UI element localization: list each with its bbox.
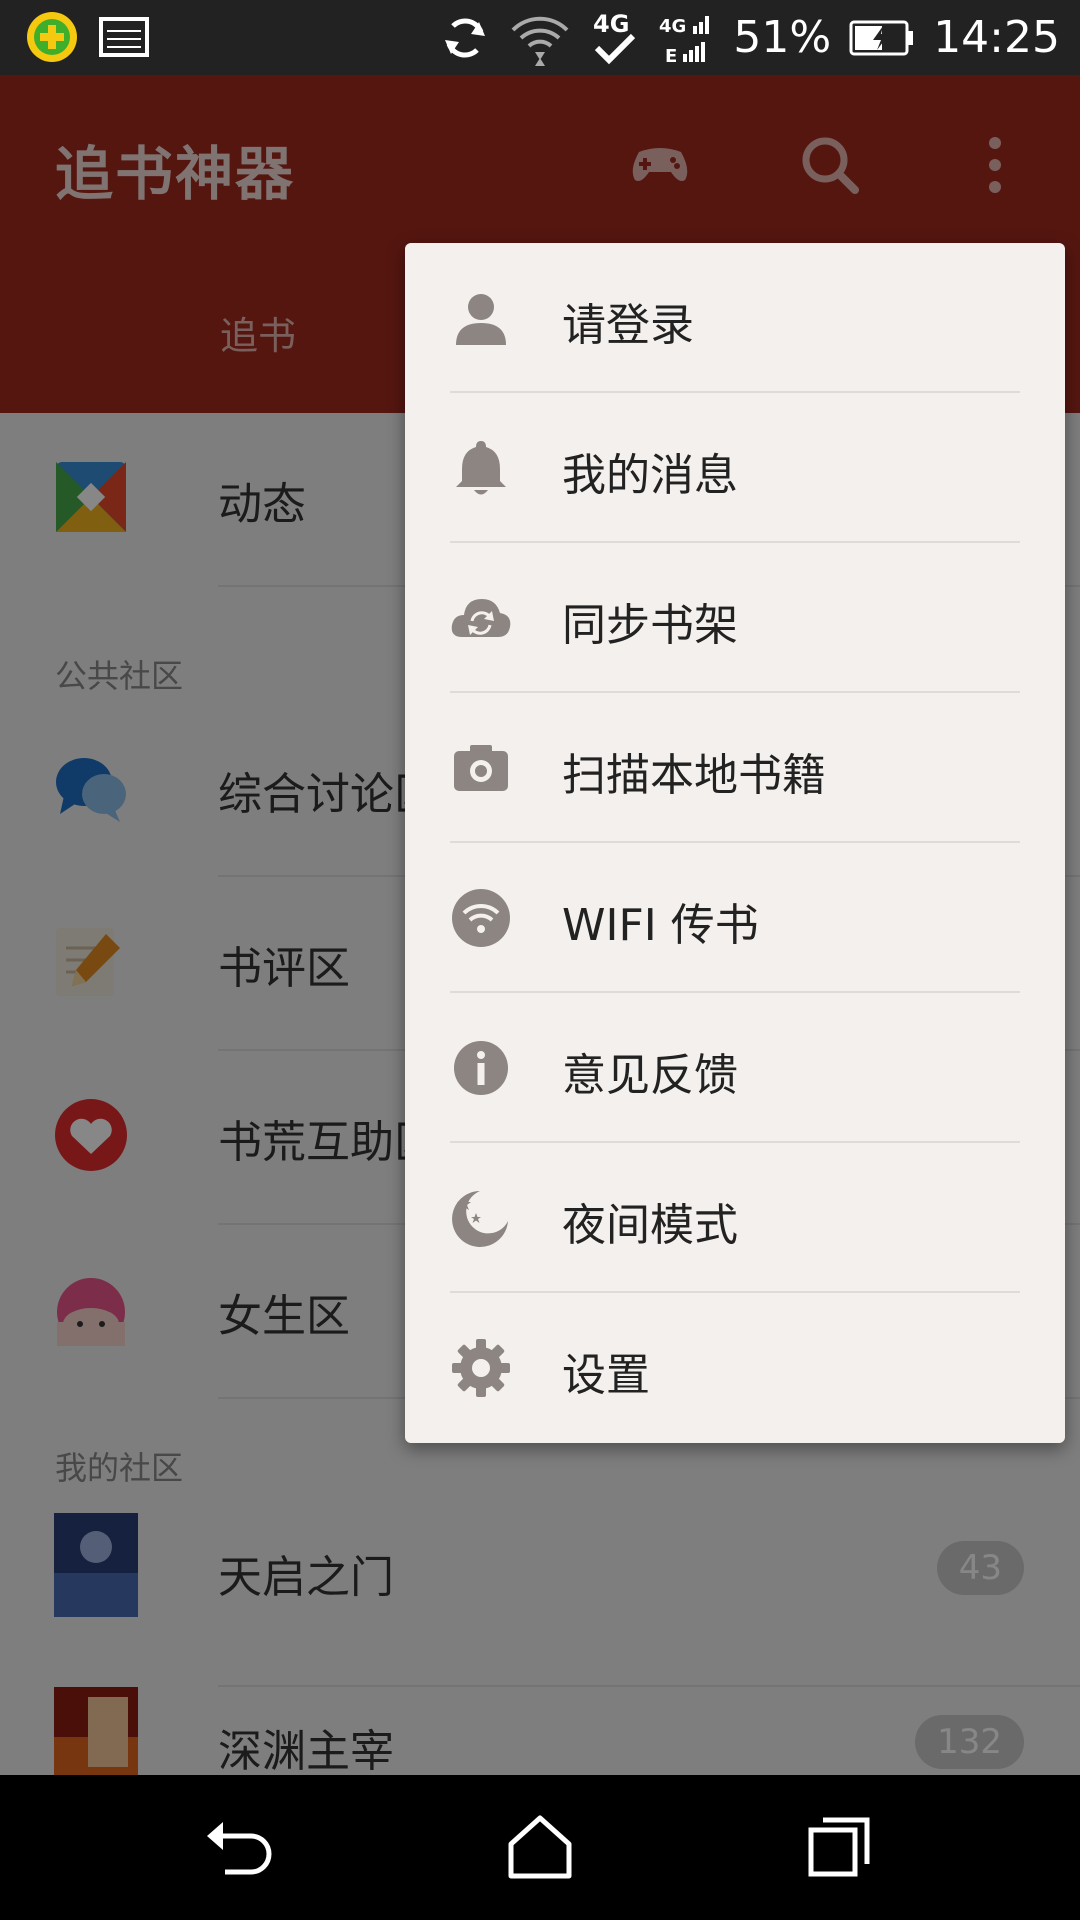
wifi-icon — [452, 889, 510, 947]
sync-icon — [445, 17, 486, 58]
menu-item-login[interactable]: 请登录 — [405, 243, 1065, 393]
menu-item-scan-local[interactable]: 扫描本地书籍 — [405, 693, 1065, 843]
360-security-icon — [27, 12, 77, 62]
menu-item-label: 请登录 — [562, 300, 694, 351]
menu-item-messages[interactable]: 我的消息 — [405, 393, 1065, 543]
person-icon — [456, 294, 506, 345]
battery-icon — [849, 20, 914, 55]
menu-item-label: 意见反馈 — [562, 1050, 738, 1101]
navigation-bar — [0, 1775, 1080, 1920]
wifi-icon — [511, 16, 569, 66]
camera-icon — [454, 745, 508, 791]
clock: 14:25 — [933, 12, 1060, 63]
svg-text:4G: 4G — [593, 10, 629, 38]
menu-item-label: 我的消息 — [562, 450, 738, 501]
svg-text:4G: 4G — [659, 16, 686, 37]
info-icon — [454, 1041, 508, 1095]
gear-icon — [452, 1339, 510, 1397]
moon-icon — [452, 1191, 508, 1247]
cloud-sync-icon — [451, 599, 511, 637]
menu-item-wifi-transfer[interactable]: WIFI 传书 — [405, 843, 1065, 993]
menu-item-label: 设置 — [562, 1350, 650, 1401]
recents-icon[interactable] — [803, 1810, 878, 1885]
menu-item-settings[interactable]: 设置 — [405, 1293, 1065, 1443]
menu-item-feedback[interactable]: 意见反馈 — [405, 993, 1065, 1143]
home-icon[interactable] — [503, 1810, 578, 1885]
menu-item-night-mode[interactable]: 夜间模式 — [405, 1143, 1065, 1293]
bell-icon — [456, 441, 506, 495]
status-bar: 4G 4G E 51% 14:25 — [0, 0, 1080, 75]
svg-text:E: E — [665, 46, 677, 67]
image-notification-icon — [99, 17, 149, 57]
back-icon[interactable] — [203, 1810, 278, 1885]
menu-item-label: WIFI 传书 — [562, 900, 759, 951]
menu-item-label: 同步书架 — [562, 600, 738, 651]
battery-percent: 51% — [733, 12, 832, 63]
overflow-menu: 请登录 我的消息 同步书架 扫描本地书籍 WIFI 传书 意见反馈 夜间模式 设… — [405, 243, 1065, 1443]
menu-item-label: 夜间模式 — [562, 1200, 738, 1251]
menu-item-sync-shelf[interactable]: 同步书架 — [405, 543, 1065, 693]
4g-icon: 4G — [593, 10, 636, 64]
signal-icon: 4G E — [659, 15, 710, 67]
menu-item-label: 扫描本地书籍 — [562, 750, 826, 801]
